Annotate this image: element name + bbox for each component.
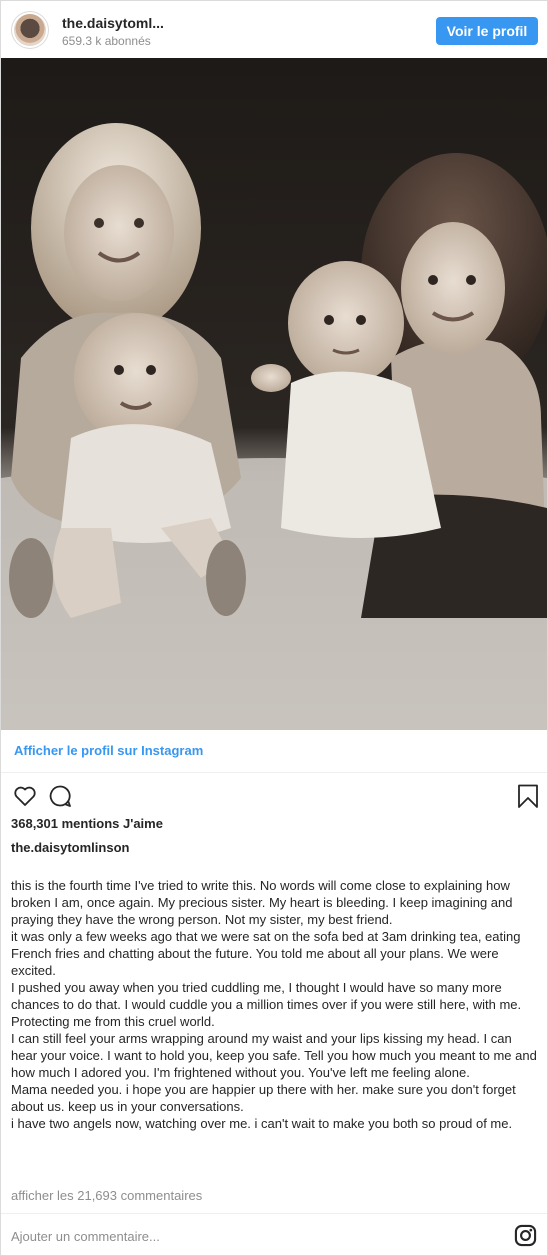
like-count[interactable]: 368,301 mentions J'aime xyxy=(11,816,163,831)
follower-count: 659.3 k abonnés xyxy=(62,34,151,48)
add-comment-input[interactable]: Ajouter un commentaire... xyxy=(11,1229,160,1244)
caption-paragraph: it was only a few weeks ago that we were… xyxy=(11,929,521,978)
embedded-post: the.daisytoml... 659.3 k abonnés Voir le… xyxy=(0,0,548,1256)
caption-text: this is the fourth time I've tried to wr… xyxy=(11,877,537,1132)
divider xyxy=(1,772,547,773)
caption-author[interactable]: the.daisytomlinson xyxy=(11,840,129,855)
view-profile-button[interactable]: Voir le profil xyxy=(436,17,538,45)
bookmark-icon[interactable] xyxy=(515,783,541,809)
post-header: the.daisytoml... 659.3 k abonnés Voir le… xyxy=(1,1,547,58)
caption-paragraph: i have two angels now, watching over me.… xyxy=(11,1116,513,1131)
instagram-logo-icon[interactable] xyxy=(514,1224,537,1247)
caption-paragraph: I can still feel your arms wrapping arou… xyxy=(11,1031,537,1080)
caption-paragraph: I pushed you away when you tried cuddlin… xyxy=(11,980,522,1029)
view-profile-on-instagram-link[interactable]: Afficher le profil sur Instagram xyxy=(14,743,203,758)
heart-icon[interactable] xyxy=(12,783,38,809)
comment-icon[interactable] xyxy=(47,783,73,809)
username[interactable]: the.daisytoml... xyxy=(62,15,164,31)
photo-image xyxy=(1,58,547,730)
post-photo[interactable] xyxy=(1,58,547,730)
avatar[interactable] xyxy=(14,14,46,46)
caption-paragraph: Mama needed you. i hope you are happier … xyxy=(11,1082,516,1114)
caption-paragraph: this is the fourth time I've tried to wr… xyxy=(11,878,513,927)
view-comments-link[interactable]: afficher les 21,693 commentaires xyxy=(11,1188,202,1203)
divider xyxy=(1,1213,547,1214)
